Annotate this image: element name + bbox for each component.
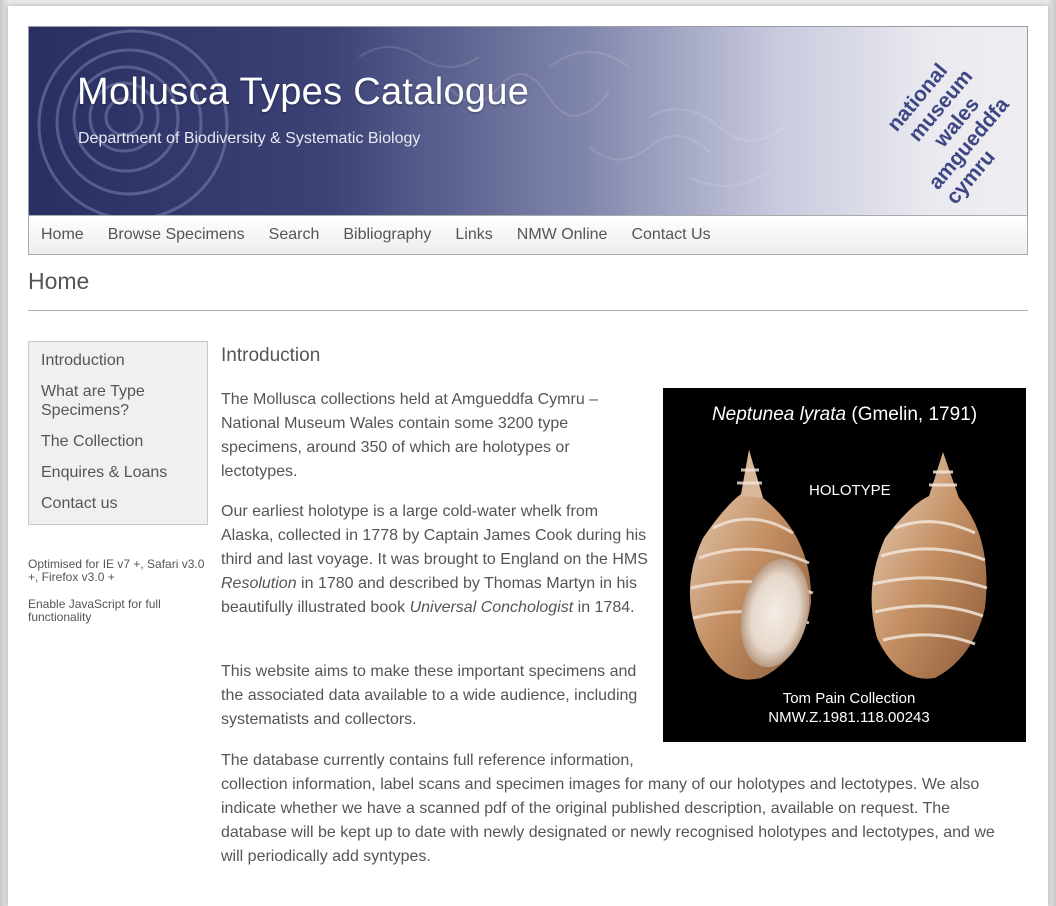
p4-line-1: The database currently contains full ref… xyxy=(221,752,634,769)
sidebar-item-the-collection[interactable]: The Collection xyxy=(29,429,207,460)
page-title: Home xyxy=(28,268,90,294)
catalogue-number: NMW.Z.1981.118.00243 xyxy=(768,709,930,726)
main-nav: Home Browse Specimens Search Bibliograph… xyxy=(28,215,1028,255)
sidebar-item-enquires-loans[interactable]: Enquires & Loans xyxy=(29,460,207,491)
ship-name: Resolution xyxy=(221,575,297,592)
nav-contact-us[interactable]: Contact Us xyxy=(619,226,722,244)
shell-illustration xyxy=(689,450,988,680)
specimen-title: Neptunea lyrata (Gmelin, 1791) xyxy=(663,404,1026,426)
sidebar-item-what-are-type-specimens[interactable]: What are Type Specimens? xyxy=(29,379,183,429)
intro-paragraph-3: This website aims to make these importan… xyxy=(221,663,638,728)
type-status-label: HOLOTYPE xyxy=(809,482,891,499)
site-banner: Mollusca Types Catalogue Department of B… xyxy=(28,26,1028,216)
nav-home[interactable]: Home xyxy=(29,226,96,244)
species-name: Neptunea lyrata xyxy=(711,404,847,425)
species-author: (Gmelin, 1791) xyxy=(846,404,978,425)
intro-paragraph-1: The Mollusca collections held at Amguedd… xyxy=(221,391,599,480)
nav-nmw-online[interactable]: NMW Online xyxy=(505,226,620,244)
shell-left xyxy=(689,450,814,680)
holotype-specimen-image[interactable]: Neptunea lyrata (Gmelin, 1791) HOLOTYPE … xyxy=(663,388,1026,742)
intro-paragraph-4: The database currently contains full ref… xyxy=(221,749,1021,869)
nav-browse-specimens[interactable]: Browse Specimens xyxy=(96,226,257,244)
sidebar-item-introduction[interactable]: Introduction xyxy=(29,348,207,379)
p4-rest: collection information, label scans and … xyxy=(221,776,995,865)
section-heading: Introduction xyxy=(221,345,321,366)
title-divider xyxy=(28,310,1028,311)
nav-search[interactable]: Search xyxy=(257,226,332,244)
sidebar-item-contact-us[interactable]: Contact us xyxy=(29,491,207,522)
nav-bibliography[interactable]: Bibliography xyxy=(331,226,443,244)
collection-label: Tom Pain Collection xyxy=(782,690,916,707)
intro-paragraph-2: Our earliest holotype is a large cold-wa… xyxy=(221,500,651,620)
javascript-note: Enable JavaScript for full functionality xyxy=(28,597,161,624)
sidebar-menu: Introduction What are Type Specimens? Th… xyxy=(28,341,208,525)
nav-links[interactable]: Links xyxy=(443,226,504,244)
p2-text-a: Our earliest holotype is a large cold-wa… xyxy=(221,503,648,568)
browser-support-note: Optimised for IE v7 +, Safari v3.0 +, Fi… xyxy=(28,557,205,584)
site-title: Mollusca Types Catalogue xyxy=(77,71,530,113)
banner-spiral-decoration xyxy=(37,29,790,216)
site-subtitle: Department of Biodiversity & Systematic … xyxy=(78,130,421,147)
book-title: Universal Conchologist xyxy=(409,599,574,616)
museum-logo[interactable]: national museum wales amgueddfa cymru xyxy=(885,39,1020,204)
p2-text-c: in 1784. xyxy=(573,599,635,616)
page: Mollusca Types Catalogue Department of B… xyxy=(8,6,1048,906)
